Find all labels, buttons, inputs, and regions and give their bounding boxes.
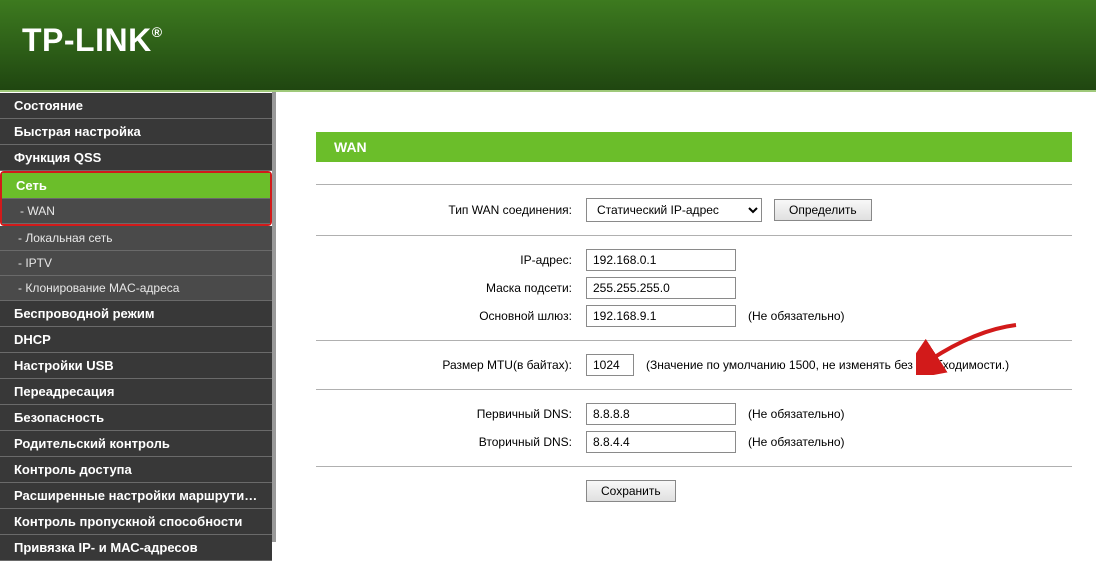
sidebar-item[interactable]: Переадресация [0,379,272,405]
sidebar-item[interactable]: Функция QSS [0,145,272,171]
sidebar: СостояниеБыстрая настройкаФункция QSSСет… [0,92,276,542]
sidebar-item[interactable]: Быстрая настройка [0,119,272,145]
dns2-input[interactable] [586,431,736,453]
wan-type-label: Тип WAN соединения: [316,203,586,217]
dns1-label: Первичный DNS: [316,407,586,421]
mask-label: Маска подсети: [316,281,586,295]
annotation-highlight: Сеть- WAN [0,171,272,226]
dns2-label: Вторичный DNS: [316,435,586,449]
wan-type-select[interactable]: Статический IP-адрес [586,198,762,222]
mask-input[interactable] [586,277,736,299]
mtu-label: Размер MTU(в байтах): [316,358,586,372]
sidebar-sub-item[interactable]: - WAN [2,199,270,224]
sidebar-item[interactable]: Контроль доступа [0,457,272,483]
sidebar-sub-item[interactable]: - IPTV [0,251,272,276]
sidebar-item[interactable]: Контроль пропускной способности [0,509,272,535]
header: TP-LINK® [0,0,1096,92]
save-button[interactable]: Сохранить [586,480,676,502]
page-title: WAN [316,132,1072,162]
optional-hint: (Не обязательно) [748,407,845,421]
sidebar-item[interactable]: DHCP [0,327,272,353]
mtu-input[interactable] [586,354,634,376]
sidebar-item[interactable]: Сеть [2,173,270,199]
sidebar-item[interactable]: Расширенные настройки маршрутизации [0,483,272,509]
sidebar-item[interactable]: Привязка IP- и МАС-адресов [0,535,272,561]
sidebar-sub-item[interactable]: - Клонирование MAC-адреса [0,276,272,301]
divider [316,235,1072,236]
dns1-input[interactable] [586,403,736,425]
brand-logo: TP-LINK® [22,22,1096,59]
divider [316,184,1072,185]
main-content: WAN Тип WAN соединения: Статический IP-а… [276,92,1096,542]
gateway-input[interactable] [586,305,736,327]
optional-hint: (Не обязательно) [748,309,845,323]
optional-hint: (Не обязательно) [748,435,845,449]
sidebar-item[interactable]: Беспроводной режим [0,301,272,327]
sidebar-item[interactable]: Настройки USB [0,353,272,379]
sidebar-item[interactable]: Состояние [0,93,272,119]
sidebar-sub-item[interactable]: - Локальная сеть [0,226,272,251]
registered-mark: ® [152,24,163,40]
detect-button[interactable]: Определить [774,199,872,221]
sidebar-item[interactable]: Родительский контроль [0,431,272,457]
divider [316,466,1072,467]
gateway-label: Основной шлюз: [316,309,586,323]
brand-text: TP-LINK [22,22,152,58]
divider [316,389,1072,390]
mtu-hint: (Значение по умолчанию 1500, не изменять… [646,358,1009,372]
ip-input[interactable] [586,249,736,271]
divider [316,340,1072,341]
ip-label: IP-адрес: [316,253,586,267]
sidebar-item[interactable]: Безопасность [0,405,272,431]
